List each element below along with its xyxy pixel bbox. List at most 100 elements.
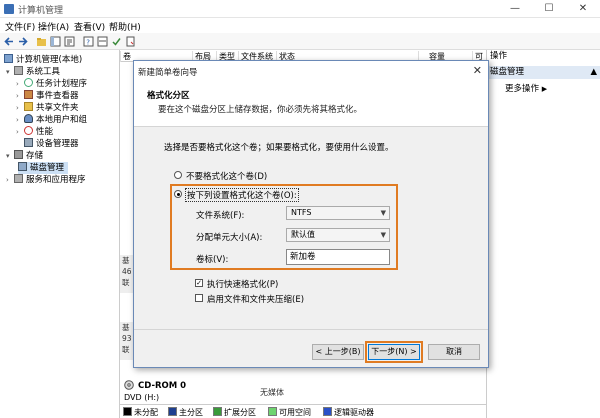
disk-1-line: 基 bbox=[122, 256, 130, 265]
quick-format-label[interactable]: 执行快速格式化(P) bbox=[207, 278, 278, 290]
dialog-close-button[interactable]: ✕ bbox=[473, 64, 482, 77]
allocation-select[interactable]: 默认值 ▼ bbox=[286, 228, 390, 242]
disk-2-line: 93 bbox=[122, 334, 132, 343]
tree-performance-label: 性能 bbox=[36, 127, 54, 137]
shared-folder-icon bbox=[24, 102, 33, 111]
expand-arrow-icon[interactable]: › bbox=[16, 103, 24, 114]
tree-services-label: 服务和应用程序 bbox=[26, 175, 86, 185]
disk-2-line: 基 bbox=[122, 323, 130, 332]
allocation-label: 分配单元大小(A): bbox=[196, 233, 263, 243]
tree-task-scheduler[interactable]: › 任务计划程序 bbox=[16, 78, 87, 90]
no-format-radio[interactable] bbox=[174, 171, 182, 179]
minimize-button[interactable]: — bbox=[498, 0, 532, 18]
disk-row-2[interactable]: 基 93 联 bbox=[120, 322, 134, 360]
dialog-heading: 格式化分区 bbox=[147, 91, 190, 101]
actions-more[interactable]: 更多操作 ▶ bbox=[505, 82, 547, 94]
tools-icon bbox=[14, 66, 23, 75]
disk-1-line: 46 bbox=[122, 267, 132, 276]
disk-2-line: 联 bbox=[122, 345, 130, 354]
storage-icon bbox=[14, 150, 23, 159]
collapse-arrow-icon[interactable]: ▾ bbox=[6, 151, 14, 162]
help-icon[interactable]: ? bbox=[83, 36, 94, 47]
disk-management-icon bbox=[18, 162, 27, 171]
cdrom-icon bbox=[124, 380, 134, 390]
menu-bar: 文件(F) 操作(A) 查看(V) 帮助(H) bbox=[0, 18, 600, 33]
expand-arrow-icon[interactable]: › bbox=[16, 91, 24, 102]
disk-1-line: 联 bbox=[122, 278, 130, 287]
legend-label: 扩展分区 bbox=[224, 408, 256, 417]
back-arrow-icon[interactable] bbox=[4, 36, 15, 47]
cdrom-name: CD-ROM 0 bbox=[138, 381, 187, 391]
cancel-button[interactable]: 取消 bbox=[428, 344, 480, 360]
tree-root[interactable]: 计算机管理(本地) bbox=[4, 54, 82, 66]
expand-arrow-icon[interactable]: › bbox=[16, 127, 24, 138]
legend-label: 可用空间 bbox=[279, 408, 311, 417]
legend-swatch bbox=[323, 407, 332, 416]
quick-format-checkbox[interactable]: ✓ bbox=[195, 279, 203, 287]
tree-storage[interactable]: ▾ 存储 bbox=[6, 150, 43, 162]
tree-disk-management-label: 磁盘管理 bbox=[30, 163, 65, 173]
tree-shared-folders[interactable]: › 共享文件夹 bbox=[16, 102, 79, 114]
cdrom-status: 无媒体 bbox=[260, 388, 284, 397]
dialog-titlebar: 新建简单卷向导 ✕ bbox=[134, 61, 488, 81]
legend-label: 未分配 bbox=[134, 408, 158, 417]
actions-pane: 操作 磁盘管理 ▲ 更多操作 ▶ bbox=[486, 50, 600, 418]
tree-device-manager-label: 设备管理器 bbox=[36, 139, 79, 149]
tree-local-users[interactable]: › 本地用户和组 bbox=[16, 114, 87, 126]
collapse-up-icon[interactable]: ▲ bbox=[590, 66, 597, 79]
document-icon[interactable] bbox=[125, 36, 136, 47]
collapse-arrow-icon[interactable]: ▾ bbox=[6, 67, 14, 78]
view-icon[interactable] bbox=[97, 36, 108, 47]
computer-management-icon bbox=[4, 4, 14, 14]
legend-bar: 未分配 主分区 扩展分区 可用空间 逻辑驱动器 bbox=[120, 404, 486, 418]
close-button[interactable]: ✕ bbox=[566, 0, 600, 18]
legend-item: 扩展分区 bbox=[213, 407, 256, 418]
legend-item: 未分配 bbox=[123, 407, 158, 418]
check-icon[interactable] bbox=[111, 36, 122, 47]
tree-event-viewer[interactable]: › 事件查看器 bbox=[16, 90, 79, 102]
tree-event-viewer-label: 事件查看器 bbox=[36, 91, 79, 101]
no-format-label[interactable]: 不要格式化这个卷(D) bbox=[186, 170, 267, 182]
tree-performance[interactable]: › 性能 bbox=[16, 126, 53, 138]
menu-view[interactable]: 查看(V) bbox=[74, 20, 105, 33]
legend-item: 主分区 bbox=[168, 407, 203, 418]
properties-icon[interactable] bbox=[64, 36, 75, 47]
cdrom-row[interactable]: CD-ROM 0 DVD (H:) 无媒体 bbox=[120, 378, 486, 404]
tree-system-tools[interactable]: ▾ 系统工具 bbox=[6, 66, 60, 78]
compression-checkbox[interactable] bbox=[195, 294, 203, 302]
menu-action[interactable]: 操作(A) bbox=[38, 20, 69, 33]
tree-storage-label: 存储 bbox=[26, 151, 44, 161]
filesystem-label: 文件系统(F): bbox=[196, 211, 245, 221]
volume-label-value: 新加卷 bbox=[290, 252, 316, 262]
menu-file[interactable]: 文件(F) bbox=[5, 20, 35, 33]
filesystem-select[interactable]: NTFS ▼ bbox=[286, 206, 390, 220]
chevron-down-icon: ▼ bbox=[380, 209, 386, 217]
maximize-button[interactable]: ☐ bbox=[532, 0, 566, 18]
console-tree-icon[interactable] bbox=[50, 36, 61, 47]
disk-row-1[interactable]: 基 46 联 bbox=[120, 255, 134, 293]
format-label[interactable]: 按下列设置格式化这个卷(O): bbox=[185, 188, 299, 202]
volume-label-label: 卷标(V): bbox=[196, 255, 229, 265]
menu-help[interactable]: 帮助(H) bbox=[109, 20, 141, 33]
forward-arrow-icon[interactable] bbox=[17, 36, 28, 47]
services-icon bbox=[14, 174, 23, 183]
tree-disk-management[interactable]: 磁盘管理 bbox=[18, 162, 69, 174]
actions-disk-management[interactable]: 磁盘管理 ▲ bbox=[487, 66, 600, 79]
expand-arrow-icon[interactable]: › bbox=[16, 115, 24, 126]
up-folder-icon[interactable] bbox=[36, 36, 47, 47]
expand-arrow-icon[interactable]: › bbox=[6, 175, 14, 186]
volume-label-input[interactable]: 新加卷 bbox=[286, 249, 390, 265]
next-button[interactable]: 下一步(N) > bbox=[368, 344, 420, 360]
tree-device-manager[interactable]: 设备管理器 bbox=[24, 138, 79, 150]
expand-arrow-icon[interactable]: › bbox=[16, 79, 24, 90]
compression-label[interactable]: 启用文件和文件夹压缩(E) bbox=[207, 293, 304, 305]
back-button[interactable]: < 上一步(B) bbox=[312, 344, 364, 360]
actions-more-label: 更多操作 bbox=[505, 84, 540, 94]
tree-services[interactable]: › 服务和应用程序 bbox=[6, 174, 86, 186]
clock-icon bbox=[24, 78, 33, 87]
dialog-title: 新建简单卷向导 bbox=[138, 68, 198, 78]
window-titlebar: 计算机管理 — ☐ ✕ bbox=[0, 0, 600, 18]
submenu-arrow-icon: ▶ bbox=[541, 85, 548, 93]
dialog-header: 格式化分区 要在这个磁盘分区上储存数据，你必须先将其格式化。 bbox=[134, 81, 488, 127]
format-radio[interactable] bbox=[174, 190, 182, 198]
